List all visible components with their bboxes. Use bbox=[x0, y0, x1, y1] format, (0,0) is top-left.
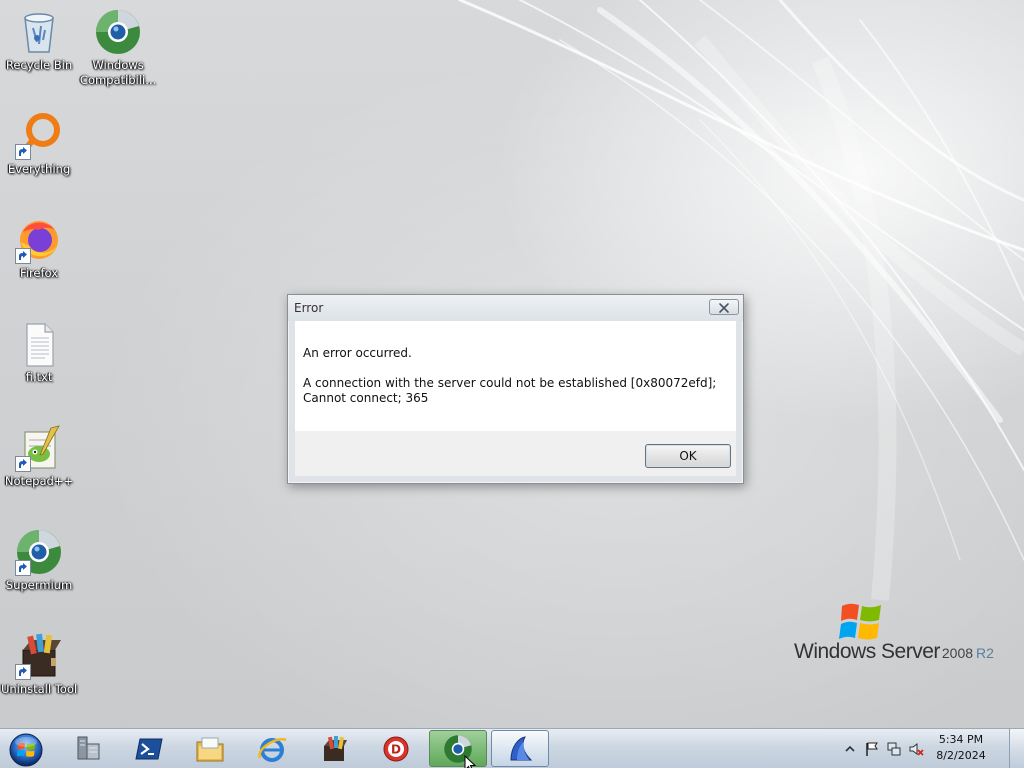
desktop-icon-fi-txt[interactable]: fi.txt bbox=[0, 320, 78, 385]
desktop-icon-notepad-plus-plus[interactable]: Notepad++ bbox=[0, 424, 78, 489]
mouse-cursor-icon bbox=[464, 755, 476, 768]
taskbar-clock[interactable]: 5:34 PM 8/2/2024 bbox=[926, 732, 996, 764]
taskbar-item-internet-explorer[interactable] bbox=[243, 730, 301, 767]
desktop-icon-windows-compatibility[interactable]: Windows Compatibili... bbox=[79, 8, 157, 88]
desktop-icon-recycle-bin[interactable]: Recycle Bin bbox=[0, 8, 78, 73]
start-button[interactable] bbox=[6, 730, 46, 768]
desktop-icon-label: Notepad++ bbox=[4, 474, 74, 488]
desktop-icon-firefox[interactable]: Firefox bbox=[0, 216, 78, 281]
blue-sail-app-icon bbox=[510, 735, 533, 760]
desktop-icon-label: Firefox bbox=[19, 266, 59, 280]
desktop-icon-label: Everything bbox=[7, 162, 71, 176]
supermium-browser-icon bbox=[15, 528, 63, 576]
brand-version: 2008 bbox=[941, 645, 974, 661]
taskbar-item-red-d-app[interactable]: D bbox=[367, 730, 425, 767]
error-detail: A connection with the server could not b… bbox=[303, 376, 717, 405]
taskbar: D 5:34 PM 8/2/2024 bbox=[0, 728, 1024, 768]
notepad-plus-plus-icon bbox=[15, 424, 63, 472]
shortcut-arrow-icon bbox=[15, 664, 31, 680]
ok-button[interactable]: OK bbox=[645, 444, 731, 468]
windows-server-branding: Windows Server 2008 R2 bbox=[794, 600, 1004, 666]
taskbar-item-supermium[interactable] bbox=[429, 730, 487, 767]
desktop-icon-everything[interactable]: Everything bbox=[0, 112, 78, 177]
desktop-icon-label: Windows Compatibili... bbox=[79, 58, 157, 87]
dialog-content: An error occurred. A connection with the… bbox=[295, 321, 736, 431]
shortcut-arrow-icon bbox=[15, 456, 31, 472]
svg-text:D: D bbox=[391, 742, 401, 756]
desktop-icon-label: Recycle Bin bbox=[5, 58, 73, 72]
archive-tool-icon bbox=[324, 735, 347, 761]
volume-muted-icon[interactable] bbox=[908, 741, 924, 757]
firefox-icon bbox=[15, 216, 63, 264]
taskbar-item-file-explorer[interactable] bbox=[181, 730, 239, 767]
desktop: Recycle Bin Windows Compatibili... Every… bbox=[0, 0, 1024, 768]
desktop-icon-label: Uninstall Tool bbox=[0, 682, 78, 696]
system-tray: 5:34 PM 8/2/2024 bbox=[834, 729, 1024, 768]
taskbar-item-archive-tool[interactable] bbox=[305, 730, 363, 767]
taskbar-item-blue-sail-app[interactable] bbox=[491, 730, 549, 767]
error-dialog: Error An error occurred. A connection wi… bbox=[287, 294, 744, 484]
brand-name: Windows Server bbox=[794, 640, 940, 663]
show-hidden-icons-chevron[interactable] bbox=[842, 741, 858, 757]
desktop-icon-label: fi.txt bbox=[25, 370, 53, 384]
red-d-app-icon: D bbox=[383, 736, 409, 761]
shortcut-arrow-icon bbox=[15, 144, 31, 160]
show-desktop-button[interactable] bbox=[1009, 729, 1024, 768]
close-icon bbox=[719, 303, 729, 313]
everything-search-icon bbox=[15, 112, 63, 160]
windows-logo-icon bbox=[839, 603, 881, 640]
clock-time: 5:34 PM bbox=[938, 733, 984, 746]
dialog-close-button[interactable] bbox=[709, 299, 739, 315]
brand-edition: R2 bbox=[976, 645, 994, 661]
action-center-flag-icon[interactable] bbox=[864, 741, 880, 757]
server-manager-icon bbox=[77, 736, 100, 759]
dialog-title: Error bbox=[294, 301, 324, 315]
uninstall-tool-icon bbox=[15, 632, 63, 680]
shortcut-arrow-icon bbox=[15, 248, 31, 264]
text-file-icon bbox=[15, 320, 63, 368]
internet-explorer-icon bbox=[258, 737, 287, 762]
shortcut-arrow-icon bbox=[15, 560, 31, 576]
desktop-icon-uninstall-tool[interactable]: Uninstall Tool bbox=[0, 632, 78, 697]
desktop-icon-supermium[interactable]: Supermium bbox=[0, 528, 78, 593]
taskbar-item-server-manager[interactable] bbox=[59, 730, 117, 767]
error-heading: An error occurred. bbox=[303, 346, 412, 360]
windows-orb-icon bbox=[9, 733, 43, 767]
clock-date: 8/2/2024 bbox=[936, 749, 986, 762]
taskbar-item-powershell[interactable] bbox=[120, 730, 178, 767]
dialog-titlebar[interactable]: Error bbox=[288, 295, 743, 321]
windows-compatibility-icon bbox=[94, 8, 142, 56]
network-icon[interactable] bbox=[886, 741, 902, 757]
file-explorer-icon bbox=[196, 737, 224, 761]
desktop-icon-label: Supermium bbox=[5, 578, 73, 592]
recycle-bin-icon bbox=[15, 8, 63, 56]
powershell-icon bbox=[135, 738, 163, 759]
